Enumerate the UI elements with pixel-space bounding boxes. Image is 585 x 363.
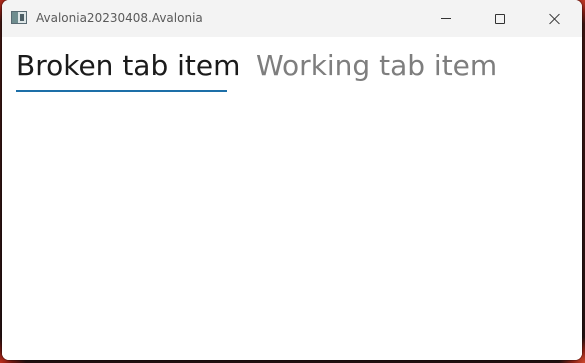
tab-working-tab-item[interactable]: Working tab item bbox=[256, 49, 497, 83]
app-window: Avalonia20230408.Avalonia Broken tab ite… bbox=[2, 0, 582, 360]
tab-strip: Broken tab item Working tab item bbox=[2, 37, 582, 97]
tab-content-area bbox=[2, 97, 582, 360]
selected-tab-indicator bbox=[16, 90, 227, 92]
title-bar[interactable]: Avalonia20230408.Avalonia bbox=[2, 0, 582, 37]
close-button[interactable] bbox=[532, 0, 578, 37]
minimize-button[interactable] bbox=[423, 0, 469, 37]
close-icon bbox=[549, 13, 561, 25]
minimize-icon bbox=[441, 18, 451, 19]
app-window-icon bbox=[11, 11, 27, 24]
maximize-button[interactable] bbox=[477, 0, 523, 37]
tab-broken-tab-item[interactable]: Broken tab item bbox=[16, 49, 240, 83]
maximize-icon bbox=[495, 13, 505, 24]
window-title: Avalonia20230408.Avalonia bbox=[36, 11, 203, 25]
